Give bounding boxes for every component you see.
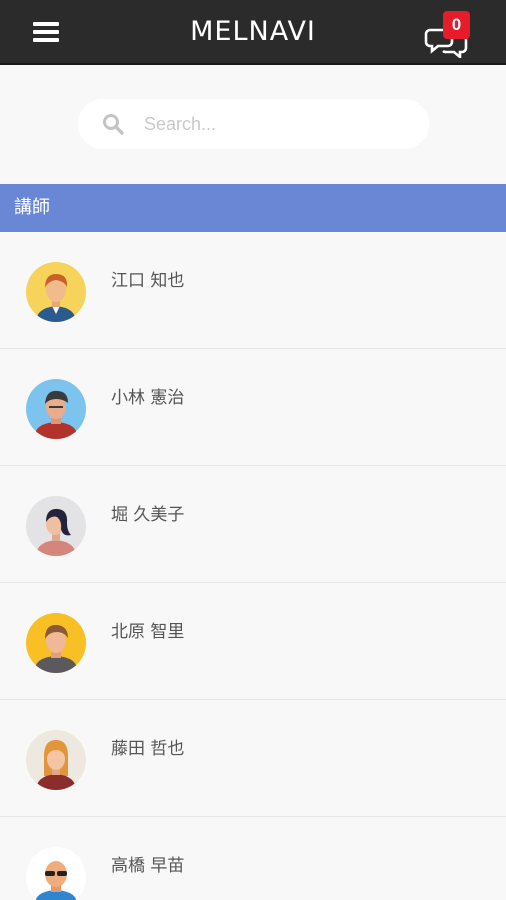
avatar (26, 262, 86, 322)
teacher-list-item[interactable]: 小林 憲治 (0, 349, 506, 466)
teacher-name: 高橋 早苗 (111, 856, 185, 876)
search-input[interactable] (144, 99, 414, 149)
section-header: 講師 (0, 184, 506, 232)
teacher-name: 北原 智里 (111, 622, 185, 642)
teacher-list-item[interactable]: 堀 久美子 (0, 466, 506, 583)
avatar (26, 379, 86, 439)
teacher-name: 堀 久美子 (111, 505, 185, 525)
top-app-bar: MELNAVI 0 (0, 0, 506, 65)
teacher-list-item[interactable]: 江口 知也 (0, 232, 506, 349)
avatar (26, 730, 86, 790)
search-bar[interactable] (78, 99, 429, 149)
teacher-list: 江口 知也 小林 憲治 堀 久美子 北原 智里 藤田 哲也 高橋 早苗 (0, 232, 506, 900)
teacher-name: 藤田 哲也 (111, 739, 185, 759)
teacher-name: 江口 知也 (111, 271, 185, 291)
notification-badge: 0 (443, 11, 470, 39)
teacher-list-item[interactable]: 藤田 哲也 (0, 700, 506, 817)
teacher-name: 小林 憲治 (111, 388, 185, 408)
teacher-list-item[interactable]: 北原 智里 (0, 583, 506, 700)
avatar (26, 496, 86, 556)
avatar (26, 847, 86, 900)
teacher-list-item[interactable]: 高橋 早苗 (0, 817, 506, 900)
search-icon (103, 114, 124, 135)
avatar (26, 613, 86, 673)
